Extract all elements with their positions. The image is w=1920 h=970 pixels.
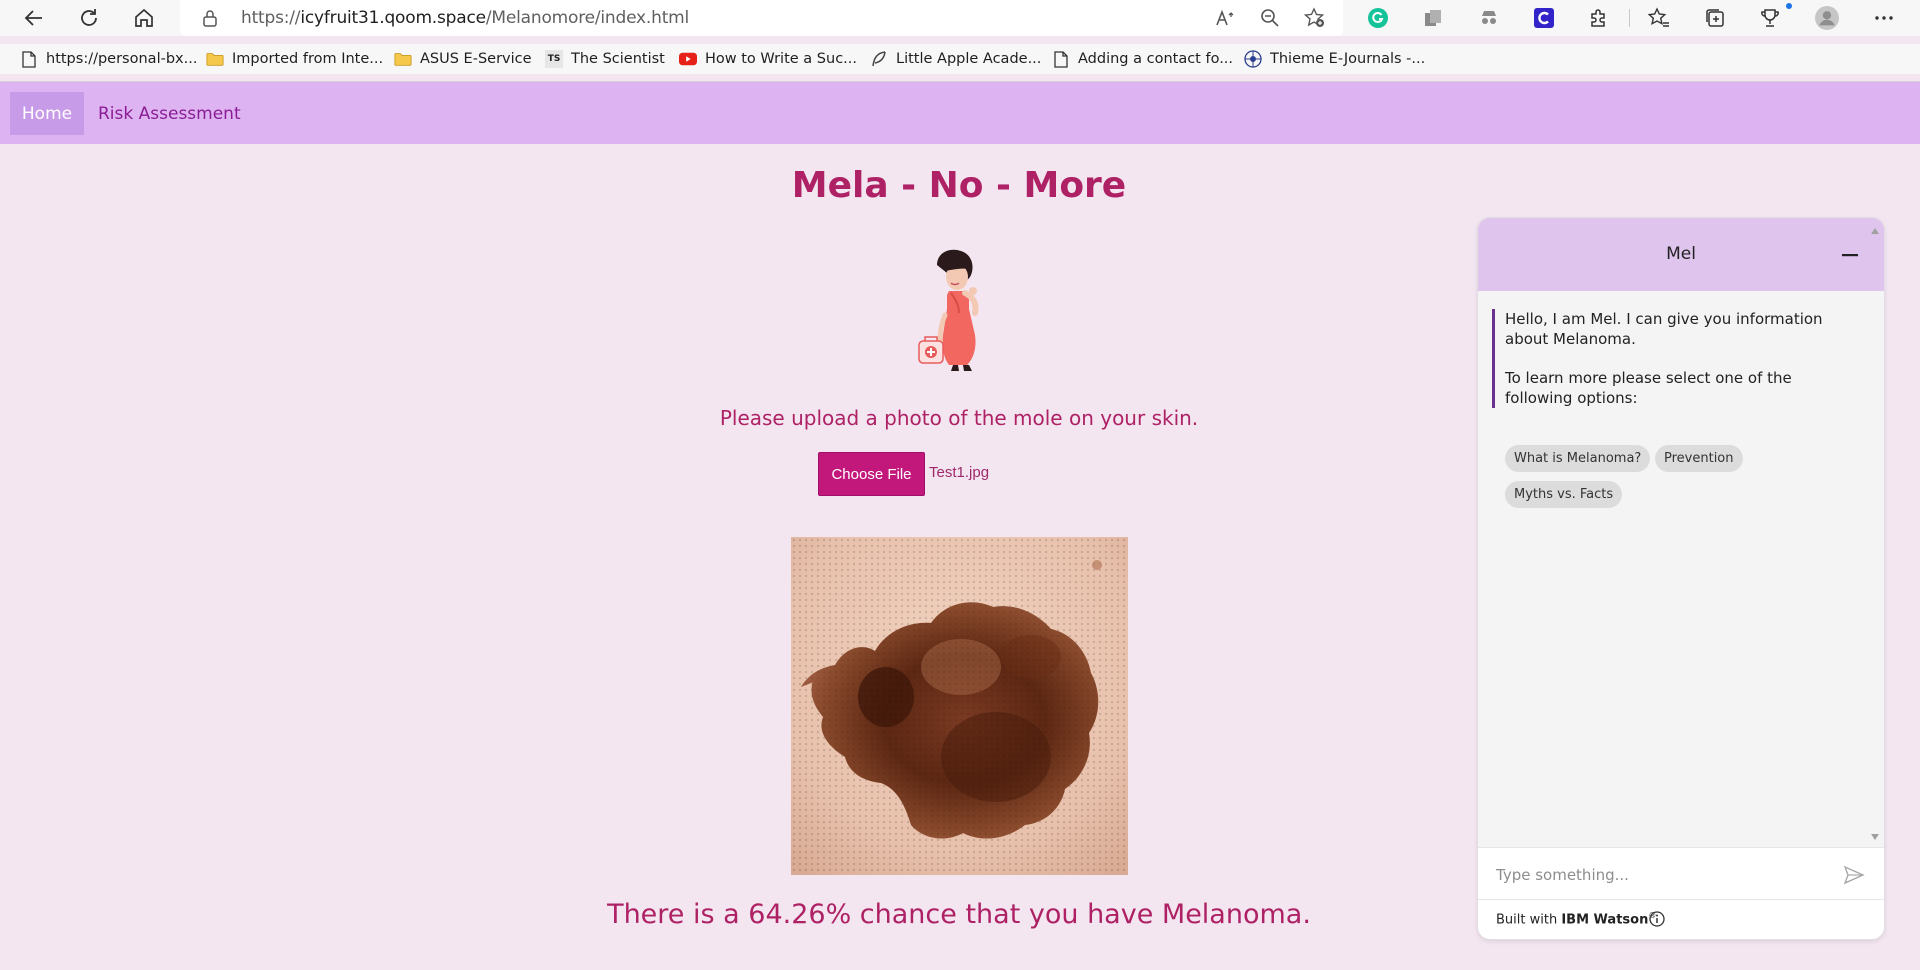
bookmark-item[interactable]: Little Apple Acade... [870, 48, 1041, 70]
selected-file-name: Test1.jpg [929, 464, 990, 481]
youtube-icon [679, 50, 697, 68]
chat-bot-name: Mel [1666, 244, 1696, 264]
thieme-logo-icon [1244, 50, 1262, 68]
favorites-icon[interactable] [1647, 6, 1671, 30]
bookmark-item[interactable]: https://personal-bx... [20, 48, 197, 70]
mole-photo [791, 537, 1128, 875]
option-prevention[interactable]: Prevention [1655, 445, 1743, 472]
page-icon [1052, 50, 1070, 68]
chat-message-input[interactable] [1496, 862, 1816, 888]
refresh-icon[interactable] [75, 4, 103, 32]
bookmark-item[interactable]: How to Write a Suc... [679, 48, 857, 70]
back-icon[interactable] [20, 4, 48, 32]
url-text[interactable]: https://icyfruit31.qoom.space/Melanomore… [241, 8, 689, 28]
copy-extension-icon[interactable] [1421, 6, 1445, 30]
doctor-illustration [915, 245, 1005, 373]
info-icon[interactable] [1648, 910, 1666, 928]
folder-icon [394, 50, 412, 68]
profile-avatar-icon[interactable] [1815, 6, 1839, 30]
add-favorite-icon[interactable] [1303, 6, 1327, 30]
bookmarks-bar: https://personal-bx... Imported from Int… [0, 44, 1920, 74]
home-icon[interactable] [130, 4, 158, 32]
bookmark-folder[interactable]: Imported from Inte... [206, 48, 383, 70]
chat-widget: Mel Hello, I am Mel. I can give you info… [1478, 218, 1884, 939]
send-icon[interactable] [1842, 863, 1866, 887]
more-menu-icon[interactable] [1872, 6, 1896, 30]
chat-messages[interactable]: Hello, I am Mel. I can give you informat… [1478, 291, 1884, 844]
spy-extension-icon[interactable] [1477, 6, 1501, 30]
c-extension-icon[interactable] [1532, 6, 1556, 30]
nav-risk-assessment-link[interactable]: Risk Assessment [98, 92, 241, 135]
built-with-text: Built with IBM Watson® [1496, 911, 1657, 928]
toolbar-divider [1629, 9, 1630, 27]
extensions-puzzle-icon[interactable] [1587, 6, 1611, 30]
choose-file-button[interactable]: Choose File [818, 452, 925, 496]
chat-input-bar [1478, 847, 1884, 900]
collections-icon[interactable] [1703, 6, 1727, 30]
scroll-down-arrow-icon[interactable] [1871, 834, 1879, 840]
chat-footer: Built with IBM Watson® [1478, 900, 1884, 939]
minimize-icon[interactable] [1836, 241, 1864, 269]
option-myths-vs-facts[interactable]: Myths vs. Facts [1505, 481, 1623, 508]
notification-dot [1786, 3, 1792, 9]
page-title: Mela - No - More [791, 165, 1127, 206]
chat-header: Mel [1478, 218, 1884, 291]
bot-instruction: To learn more please select one of the f… [1505, 369, 1792, 407]
browser-toolbar: https://icyfruit31.qoom.space/Melanomore… [0, 0, 1920, 36]
grammarly-icon[interactable] [1366, 6, 1390, 30]
bot-message: Hello, I am Mel. I can give you informat… [1492, 309, 1852, 408]
folder-icon [206, 50, 224, 68]
site-nav: Home Risk Assessment [0, 82, 1920, 144]
chat-scrollbar[interactable] [1868, 291, 1882, 844]
rewards-trophy-icon[interactable] [1758, 6, 1782, 30]
bookmark-item[interactable]: Adding a contact fo... [1052, 48, 1233, 70]
nav-home-link[interactable]: Home [10, 92, 84, 135]
bookmark-folder[interactable]: ASUS E-Service [394, 48, 532, 70]
bookmark-item[interactable]: Thieme E-Journals -... [1244, 48, 1425, 70]
bookmark-item[interactable]: TS The Scientist [545, 48, 665, 70]
bot-greeting: Hello, I am Mel. I can give you informat… [1505, 310, 1823, 348]
page-icon [20, 50, 38, 68]
ts-logo-icon: TS [545, 50, 563, 68]
read-aloud-icon[interactable] [1214, 6, 1238, 30]
lock-icon[interactable] [202, 9, 218, 31]
option-what-is-melanoma[interactable]: What is Melanoma? [1505, 445, 1651, 472]
zoom-out-icon[interactable] [1258, 6, 1282, 30]
feather-icon [870, 50, 888, 68]
scroll-up-arrow-icon[interactable] [1871, 228, 1879, 234]
address-bar[interactable]: https://icyfruit31.qoom.space/Melanomore… [180, 0, 1343, 36]
